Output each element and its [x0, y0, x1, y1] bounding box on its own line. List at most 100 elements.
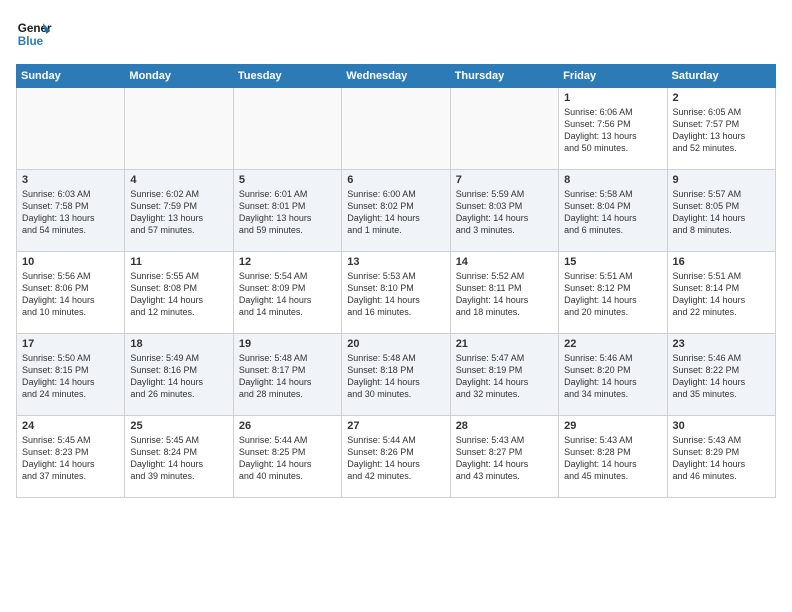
day-number: 26	[239, 420, 336, 432]
day-number: 19	[239, 338, 336, 350]
cell-info: Sunrise: 5:57 AM Sunset: 8:05 PM Dayligh…	[673, 188, 770, 237]
cell-info: Sunrise: 5:51 AM Sunset: 8:14 PM Dayligh…	[673, 270, 770, 319]
cell-info: Sunrise: 6:03 AM Sunset: 7:58 PM Dayligh…	[22, 188, 119, 237]
day-number: 4	[130, 174, 227, 186]
calendar-cell: 1 Sunrise: 6:06 AM Sunset: 7:56 PM Daylig…	[559, 88, 667, 170]
calendar-cell	[125, 88, 233, 170]
day-number: 11	[130, 256, 227, 268]
weekday-header: Saturday	[667, 65, 775, 88]
day-number: 21	[456, 338, 553, 350]
cell-info: Sunrise: 5:47 AM Sunset: 8:19 PM Dayligh…	[456, 352, 553, 401]
cell-info: Sunrise: 5:43 AM Sunset: 8:29 PM Dayligh…	[673, 434, 770, 483]
calendar-week-row: 3 Sunrise: 6:03 AM Sunset: 7:58 PM Daylig…	[17, 170, 776, 252]
cell-info: Sunrise: 5:52 AM Sunset: 8:11 PM Dayligh…	[456, 270, 553, 319]
calendar-cell: 13 Sunrise: 5:53 AM Sunset: 8:10 PM Dayli…	[342, 252, 450, 334]
calendar-week-row: 1 Sunrise: 6:06 AM Sunset: 7:56 PM Daylig…	[17, 88, 776, 170]
calendar-cell: 22Sunrise: 5:46 AM Sunset: 8:20 PM Dayli…	[559, 334, 667, 416]
day-number: 6	[347, 174, 444, 186]
cell-info: Sunrise: 5:58 AM Sunset: 8:04 PM Dayligh…	[564, 188, 661, 237]
day-number: 7	[456, 174, 553, 186]
calendar-cell: 12 Sunrise: 5:54 AM Sunset: 8:09 PM Dayli…	[233, 252, 341, 334]
calendar-week-row: 10 Sunrise: 5:56 AM Sunset: 8:06 PM Dayli…	[17, 252, 776, 334]
calendar-cell: 2Sunrise: 6:05 AM Sunset: 7:57 PM Daylig…	[667, 88, 775, 170]
cell-info: Sunrise: 5:46 AM Sunset: 8:22 PM Dayligh…	[673, 352, 770, 401]
day-number: 17	[22, 338, 119, 350]
day-number: 5	[239, 174, 336, 186]
calendar-cell: 16Sunrise: 5:51 AM Sunset: 8:14 PM Dayli…	[667, 252, 775, 334]
calendar-cell: 26 Sunrise: 5:44 AM Sunset: 8:25 PM Dayli…	[233, 416, 341, 498]
cell-info: Sunrise: 6:06 AM Sunset: 7:56 PM Dayligh…	[564, 106, 661, 155]
svg-text:Blue: Blue	[18, 35, 44, 48]
day-number: 15	[564, 256, 661, 268]
calendar-cell: 14Sunrise: 5:52 AM Sunset: 8:11 PM Dayli…	[450, 252, 558, 334]
logo: General Blue	[16, 16, 52, 52]
cell-info: Sunrise: 5:51 AM Sunset: 8:12 PM Dayligh…	[564, 270, 661, 319]
cell-info: Sunrise: 5:50 AM Sunset: 8:15 PM Dayligh…	[22, 352, 119, 401]
calendar-cell: 3 Sunrise: 6:03 AM Sunset: 7:58 PM Daylig…	[17, 170, 125, 252]
day-number: 20	[347, 338, 444, 350]
calendar-cell: 25 Sunrise: 5:45 AM Sunset: 8:24 PM Dayli…	[125, 416, 233, 498]
cell-info: Sunrise: 5:45 AM Sunset: 8:24 PM Dayligh…	[130, 434, 227, 483]
calendar-cell: 15 Sunrise: 5:51 AM Sunset: 8:12 PM Dayli…	[559, 252, 667, 334]
day-number: 27	[347, 420, 444, 432]
weekday-header: Sunday	[17, 65, 125, 88]
cell-info: Sunrise: 6:00 AM Sunset: 8:02 PM Dayligh…	[347, 188, 444, 237]
cell-info: Sunrise: 5:56 AM Sunset: 8:06 PM Dayligh…	[22, 270, 119, 319]
calendar-cell: 17 Sunrise: 5:50 AM Sunset: 8:15 PM Dayli…	[17, 334, 125, 416]
day-number: 29	[564, 420, 661, 432]
weekday-header: Wednesday	[342, 65, 450, 88]
day-number: 24	[22, 420, 119, 432]
weekday-header-row: SundayMondayTuesdayWednesdayThursdayFrid…	[17, 65, 776, 88]
weekday-header: Friday	[559, 65, 667, 88]
day-number: 2	[673, 92, 770, 104]
cell-info: Sunrise: 5:48 AM Sunset: 8:17 PM Dayligh…	[239, 352, 336, 401]
cell-info: Sunrise: 5:59 AM Sunset: 8:03 PM Dayligh…	[456, 188, 553, 237]
cell-info: Sunrise: 5:53 AM Sunset: 8:10 PM Dayligh…	[347, 270, 444, 319]
calendar-cell: 27 Sunrise: 5:44 AM Sunset: 8:26 PM Dayli…	[342, 416, 450, 498]
cell-info: Sunrise: 5:43 AM Sunset: 8:27 PM Dayligh…	[456, 434, 553, 483]
calendar-cell	[233, 88, 341, 170]
weekday-header: Thursday	[450, 65, 558, 88]
cell-info: Sunrise: 5:45 AM Sunset: 8:23 PM Dayligh…	[22, 434, 119, 483]
weekday-header: Tuesday	[233, 65, 341, 88]
calendar-week-row: 17 Sunrise: 5:50 AM Sunset: 8:15 PM Dayli…	[17, 334, 776, 416]
cell-info: Sunrise: 5:55 AM Sunset: 8:08 PM Dayligh…	[130, 270, 227, 319]
calendar-cell: 5 Sunrise: 6:01 AM Sunset: 8:01 PM Daylig…	[233, 170, 341, 252]
day-number: 10	[22, 256, 119, 268]
day-number: 18	[130, 338, 227, 350]
day-number: 1	[564, 92, 661, 104]
calendar-cell: 19 Sunrise: 5:48 AM Sunset: 8:17 PM Dayli…	[233, 334, 341, 416]
cell-info: Sunrise: 6:01 AM Sunset: 8:01 PM Dayligh…	[239, 188, 336, 237]
calendar-cell: 28Sunrise: 5:43 AM Sunset: 8:27 PM Dayli…	[450, 416, 558, 498]
calendar-cell: 18Sunrise: 5:49 AM Sunset: 8:16 PM Dayli…	[125, 334, 233, 416]
calendar-cell: 24 Sunrise: 5:45 AM Sunset: 8:23 PM Dayli…	[17, 416, 125, 498]
day-number: 22	[564, 338, 661, 350]
day-number: 30	[673, 420, 770, 432]
calendar-cell: 29 Sunrise: 5:43 AM Sunset: 8:28 PM Dayli…	[559, 416, 667, 498]
cell-info: Sunrise: 5:54 AM Sunset: 8:09 PM Dayligh…	[239, 270, 336, 319]
day-number: 8	[564, 174, 661, 186]
calendar-cell: 7 Sunrise: 5:59 AM Sunset: 8:03 PM Daylig…	[450, 170, 558, 252]
calendar-table: SundayMondayTuesdayWednesdayThursdayFrid…	[16, 64, 776, 498]
calendar-cell: 6 Sunrise: 6:00 AM Sunset: 8:02 PM Daylig…	[342, 170, 450, 252]
calendar-cell: 4 Sunrise: 6:02 AM Sunset: 7:59 PM Daylig…	[125, 170, 233, 252]
day-number: 9	[673, 174, 770, 186]
calendar-cell: 11 Sunrise: 5:55 AM Sunset: 8:08 PM Dayli…	[125, 252, 233, 334]
day-number: 23	[673, 338, 770, 350]
calendar-week-row: 24 Sunrise: 5:45 AM Sunset: 8:23 PM Dayli…	[17, 416, 776, 498]
calendar-cell: 8 Sunrise: 5:58 AM Sunset: 8:04 PM Daylig…	[559, 170, 667, 252]
cell-info: Sunrise: 5:43 AM Sunset: 8:28 PM Dayligh…	[564, 434, 661, 483]
cell-info: Sunrise: 5:48 AM Sunset: 8:18 PM Dayligh…	[347, 352, 444, 401]
day-number: 13	[347, 256, 444, 268]
cell-info: Sunrise: 5:44 AM Sunset: 8:25 PM Dayligh…	[239, 434, 336, 483]
calendar-cell: 21 Sunrise: 5:47 AM Sunset: 8:19 PM Dayli…	[450, 334, 558, 416]
day-number: 3	[22, 174, 119, 186]
day-number: 25	[130, 420, 227, 432]
calendar-cell	[17, 88, 125, 170]
cell-info: Sunrise: 5:44 AM Sunset: 8:26 PM Dayligh…	[347, 434, 444, 483]
calendar-cell	[342, 88, 450, 170]
logo-icon: General Blue	[16, 16, 52, 52]
calendar-cell: 10 Sunrise: 5:56 AM Sunset: 8:06 PM Dayli…	[17, 252, 125, 334]
cell-info: Sunrise: 6:02 AM Sunset: 7:59 PM Dayligh…	[130, 188, 227, 237]
day-number: 12	[239, 256, 336, 268]
